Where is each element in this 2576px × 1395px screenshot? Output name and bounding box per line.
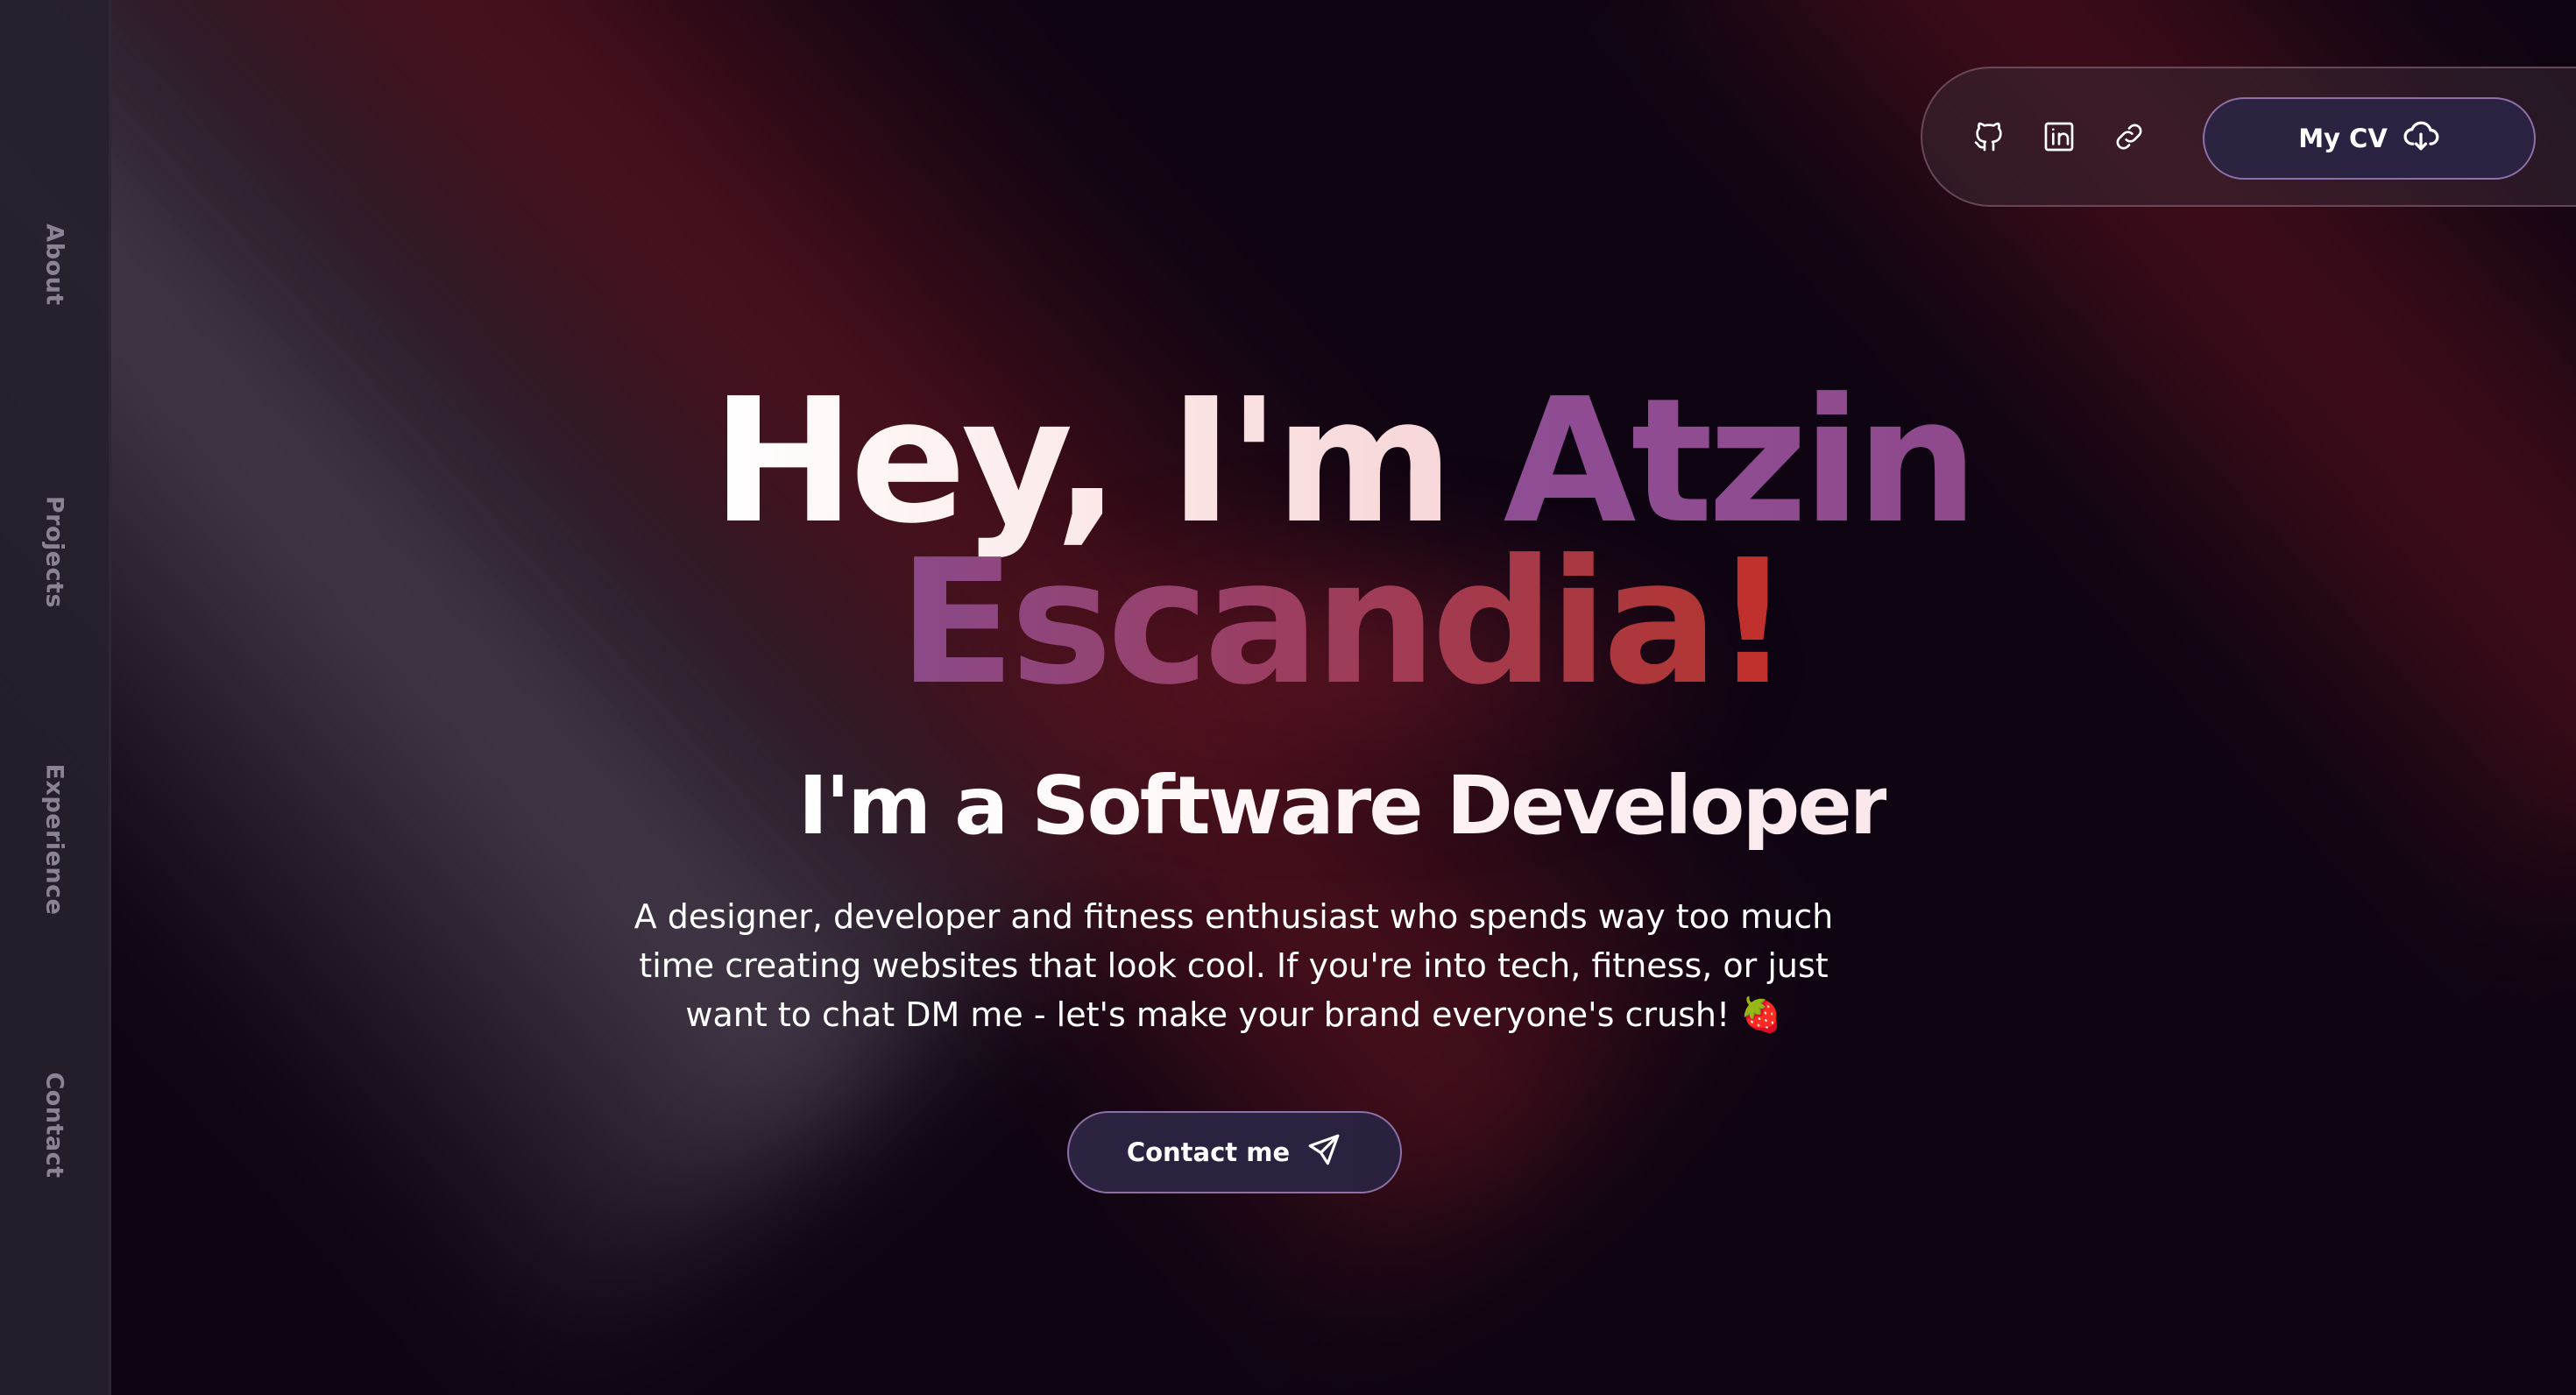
github-icon[interactable] <box>1970 117 2008 156</box>
link-icon[interactable] <box>2110 117 2148 156</box>
page: About Projects Experience Contact My CV … <box>0 0 2576 1395</box>
sidebar-item-projects[interactable]: Projects <box>41 496 68 608</box>
hero-heading-line2: Escandia! <box>109 537 2576 709</box>
linkedin-icon[interactable] <box>2040 117 2078 156</box>
cloud-download-icon <box>2402 117 2440 161</box>
hero-exclamation: ! <box>1713 523 1791 723</box>
contact-button-label: Contact me <box>1126 1137 1291 1167</box>
hero-subtitle: I'm a Software Developer <box>109 762 2576 850</box>
cv-button-label: My CV <box>2298 124 2388 153</box>
cv-download-button[interactable]: My CV <box>2203 97 2536 180</box>
hero-last-name: Escandia <box>898 523 1718 723</box>
hero-subtitle-text: I'm a Software Developer <box>797 759 1889 853</box>
hero-bio: A designer, developer and fitness enthus… <box>633 897 1834 1034</box>
contact-me-button[interactable]: Contact me <box>1067 1111 1402 1193</box>
sidebar-item-experience[interactable]: Experience <box>41 764 68 916</box>
hero-heading-line1: Hey, I'm Atzin <box>109 376 2576 548</box>
sidebar-item-contact[interactable]: Contact <box>41 1072 68 1178</box>
send-icon <box>1306 1131 1342 1174</box>
social-bar: My CV <box>1921 67 2576 207</box>
sidebar-nav: About Projects Experience Contact <box>0 0 111 1395</box>
sidebar-item-about[interactable]: About <box>41 223 68 305</box>
